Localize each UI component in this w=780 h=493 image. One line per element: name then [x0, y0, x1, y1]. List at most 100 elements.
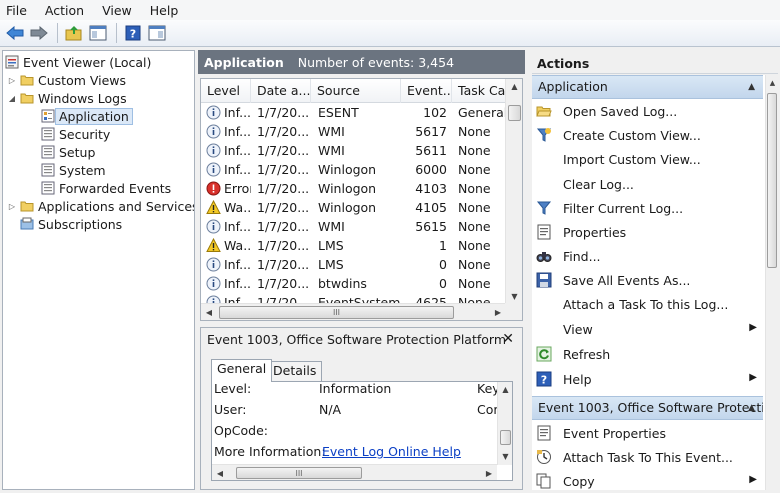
action-event-properties[interactable]: Event Properties — [532, 421, 763, 445]
column-header-level[interactable]: Level — [201, 79, 251, 103]
cell-task-category: None — [458, 162, 491, 177]
log-icon — [41, 145, 55, 159]
menu-file[interactable]: File — [6, 3, 27, 18]
expand-arrow-icon[interactable]: ▷ — [7, 76, 17, 85]
column-header-source[interactable]: Source — [311, 79, 401, 103]
close-icon[interactable]: ✕ — [502, 331, 514, 347]
scroll-left-icon[interactable]: ◀ — [201, 304, 217, 320]
action-refresh[interactable]: Refresh — [532, 342, 763, 366]
table-row[interactable]: Inf... 1/7/20... LMS 0 None — [201, 255, 506, 274]
scroll-thumb[interactable]: III — [219, 306, 454, 319]
column-header-task-category[interactable]: Task Cate — [452, 79, 506, 103]
action-open-saved-log[interactable]: Open Saved Log... — [532, 99, 763, 123]
scroll-thumb[interactable]: III — [236, 467, 362, 479]
tree-item-forwarded-events[interactable]: Forwarded Events — [41, 179, 171, 197]
cell-task-category: None — [458, 276, 491, 291]
tree-item-application[interactable]: Application — [41, 107, 133, 125]
tree-item-subscriptions[interactable]: Subscriptions — [20, 215, 122, 233]
scroll-thumb[interactable] — [767, 93, 777, 268]
cell-task-category: None — [458, 200, 491, 215]
toolbar: ? — [0, 20, 780, 47]
actions-vertical-scrollbar[interactable]: ▲ — [765, 75, 778, 490]
action-copy[interactable]: Copy ▶ — [532, 469, 763, 490]
action-help[interactable]: ? Help ▶ — [532, 367, 763, 391]
actions-header: Actions — [532, 54, 778, 74]
table-row[interactable]: Inf... 1/7/20... ESENT 102 General — [201, 103, 506, 122]
scroll-right-icon[interactable]: ▶ — [490, 304, 506, 320]
detail-vertical-scrollbar[interactable]: ▲ ▼ — [497, 382, 512, 465]
collapse-up-icon[interactable]: ▲ — [748, 76, 755, 98]
tree-item-system[interactable]: System — [41, 161, 106, 179]
tree-item-security[interactable]: Security — [41, 125, 110, 143]
help-button[interactable]: ? — [122, 22, 144, 44]
information-icon — [206, 257, 221, 272]
copy-icon — [536, 473, 551, 489]
table-row[interactable]: Inf... 1/7/20... btwdins 0 None — [201, 274, 506, 293]
folder-up-icon — [65, 26, 82, 41]
action-properties[interactable]: Properties — [532, 220, 763, 244]
menu-view[interactable]: View — [102, 3, 132, 18]
collapse-arrow-icon[interactable]: ◢ — [7, 94, 17, 103]
detail-horizontal-scrollbar[interactable]: ◀ III ▶ — [212, 464, 497, 480]
scroll-right-icon[interactable]: ▶ — [481, 465, 497, 480]
table-row[interactable]: Wa... 1/7/20... LMS 1 None — [201, 236, 506, 255]
tree-item-event-viewer[interactable]: Event Viewer (Local) — [5, 53, 151, 71]
show-hide-tree-button[interactable] — [87, 22, 109, 44]
svg-text:?: ? — [130, 28, 136, 41]
table-row[interactable]: Inf... 1/7/20... WMI 5617 None — [201, 122, 506, 141]
action-save-all-events[interactable]: Save All Events As... — [532, 268, 763, 292]
table-row[interactable]: Inf... 1/7/20... WMI 5611 None — [201, 141, 506, 160]
scroll-up-icon[interactable]: ▲ — [506, 79, 522, 95]
scroll-down-icon[interactable]: ▼ — [498, 449, 512, 465]
expand-arrow-icon[interactable]: ▷ — [7, 202, 17, 211]
column-header-date[interactable]: Date a... — [251, 79, 311, 103]
event-log-online-help-link[interactable]: Event Log Online Help — [322, 442, 461, 462]
menu-help[interactable]: Help — [150, 3, 179, 18]
scroll-thumb[interactable] — [508, 105, 521, 121]
up-level-button[interactable] — [63, 22, 85, 44]
action-attach-task-to-log[interactable]: Attach a Task To this Log... — [532, 292, 763, 316]
cell-event-id: 6000 — [415, 162, 447, 177]
cell-event-id: 4103 — [415, 181, 447, 196]
column-header-event-id[interactable]: Event... — [401, 79, 452, 103]
tree-item-setup[interactable]: Setup — [41, 143, 95, 161]
action-create-custom-view[interactable]: Create Custom View... — [532, 123, 763, 147]
tree-item-windows-logs[interactable]: ◢ Windows Logs — [7, 89, 127, 107]
cell-date: 1/7/20... — [257, 238, 310, 253]
tree-item-custom-views[interactable]: ▷ Custom Views — [7, 71, 126, 89]
scroll-thumb[interactable] — [500, 430, 511, 445]
cell-level: Inf... — [206, 103, 251, 122]
tree-item-apps-services[interactable]: ▷ Applications and Services Lo — [7, 197, 194, 215]
action-clear-log[interactable]: Clear Log... — [532, 172, 763, 196]
scroll-left-icon[interactable]: ◀ — [212, 465, 228, 480]
table-row[interactable]: Wa... 1/7/20... Winlogon 4105 None — [201, 198, 506, 217]
actions-section-event[interactable]: Event 1003, Office Software Protecti... … — [532, 396, 763, 420]
grid-vertical-scrollbar[interactable]: ▲ ▼ — [505, 79, 522, 305]
action-find[interactable]: Find... — [532, 244, 763, 268]
information-icon — [206, 105, 221, 120]
actions-section-application[interactable]: Application ▲ — [532, 75, 763, 99]
toolbar-separator — [116, 23, 117, 43]
collapse-up-icon[interactable]: ▲ — [748, 397, 755, 419]
table-row[interactable]: Inf... 1/7/20... Winlogon 6000 None — [201, 160, 506, 179]
table-row[interactable]: Inf... 1/7/20... WMI 5615 None — [201, 217, 506, 236]
action-import-custom-view[interactable]: Import Custom View... — [532, 147, 763, 171]
forward-button[interactable] — [28, 22, 50, 44]
action-filter-current-log[interactable]: Filter Current Log... — [532, 196, 763, 220]
table-row[interactable]: Error 1/7/20... Winlogon 4103 None — [201, 179, 506, 198]
tab-general[interactable]: General — [211, 359, 273, 382]
submenu-arrow-icon: ▶ — [749, 372, 757, 383]
show-hide-action-pane-button[interactable] — [146, 22, 168, 44]
action-view[interactable]: View ▶ — [532, 317, 763, 341]
cell-date: 1/7/20... — [257, 200, 310, 215]
action-attach-task-to-event[interactable]: Attach Task To This Event... — [532, 445, 763, 469]
tab-details[interactable]: Details — [267, 361, 323, 381]
log-icon — [41, 163, 55, 177]
save-icon — [536, 272, 552, 288]
back-button[interactable] — [4, 22, 26, 44]
grid-horizontal-scrollbar[interactable]: ◀ III ▶ — [201, 303, 506, 320]
scroll-up-icon[interactable]: ▲ — [498, 382, 512, 398]
folder-icon — [20, 75, 34, 86]
menu-action[interactable]: Action — [45, 3, 84, 18]
scroll-up-icon[interactable]: ▲ — [766, 75, 778, 91]
